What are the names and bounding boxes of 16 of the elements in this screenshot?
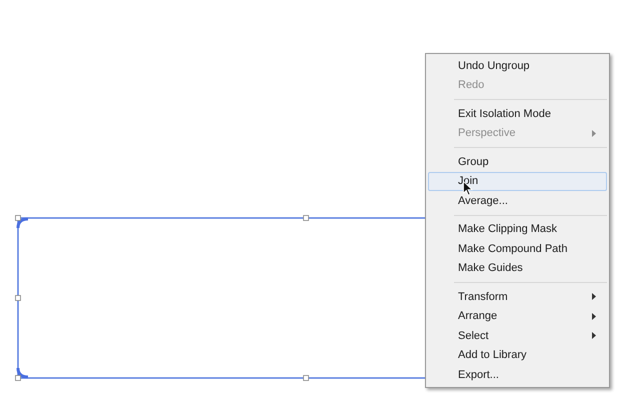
menu-item[interactable]: Make Compound Path — [428, 239, 607, 258]
menu-item[interactable]: Undo Ungroup — [428, 56, 607, 76]
menu-item[interactable]: Add to Library — [428, 346, 607, 365]
menu-item[interactable]: Average... — [428, 191, 607, 210]
menu-item[interactable]: Select — [428, 326, 607, 346]
menu-item[interactable]: Export... — [428, 365, 607, 384]
menu-item[interactable]: Group — [428, 152, 607, 172]
submenu-arrow-icon — [592, 312, 596, 320]
submenu-arrow-icon — [592, 332, 596, 340]
menu-item[interactable]: Make Guides — [428, 258, 607, 278]
menu-item[interactable]: Transform — [428, 287, 607, 306]
submenu-arrow-icon — [592, 293, 596, 300]
menu-item[interactable]: Exit Isolation Mode — [428, 104, 607, 124]
menu-item[interactable]: Make Clipping Mask — [428, 220, 607, 239]
submenu-arrow-icon — [592, 130, 596, 137]
menu-item[interactable]: Arrange — [428, 306, 607, 326]
